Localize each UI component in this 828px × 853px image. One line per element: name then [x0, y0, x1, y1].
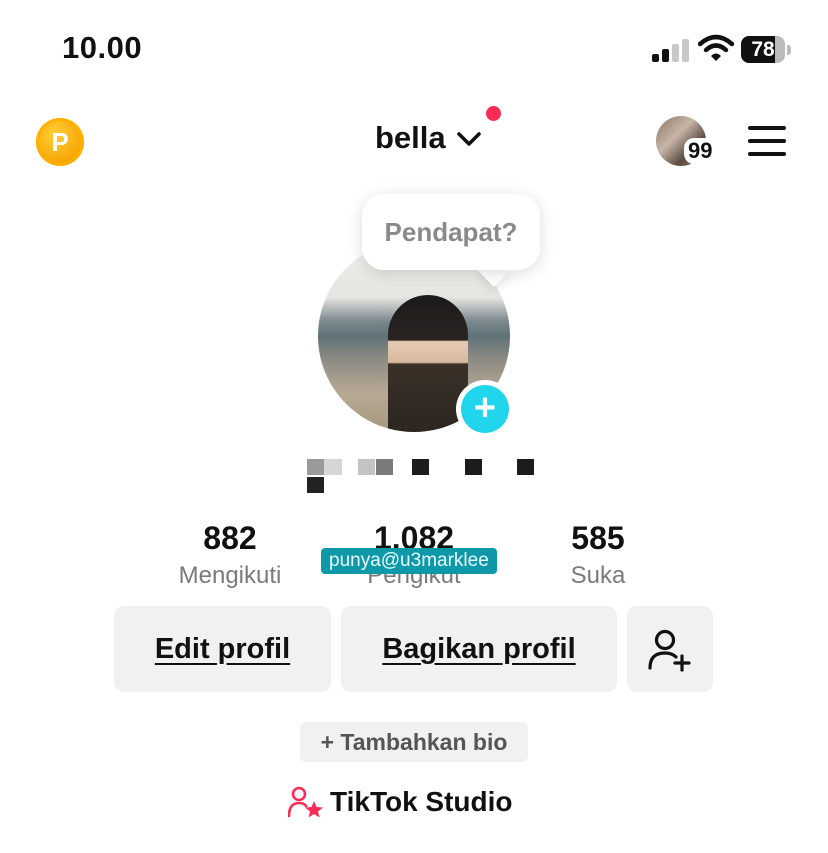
wifi-icon — [698, 34, 734, 61]
creator-star-icon — [288, 786, 323, 818]
chevron-down-icon[interactable] — [456, 126, 482, 152]
coin-icon: P — [51, 127, 69, 157]
coin-button[interactable]: P — [36, 118, 84, 166]
tooltip-bubble[interactable]: Pendapat? — [362, 194, 540, 270]
edit-profile-label: Edit profil — [154, 633, 291, 665]
edit-profile-button[interactable]: Edit profil — [114, 606, 331, 692]
status-time: 10.00 — [62, 30, 143, 65]
plus-icon: + — [461, 385, 509, 433]
find-friends-button[interactable] — [627, 606, 713, 692]
cellular-signal-icon — [652, 38, 692, 62]
add-friend-icon — [648, 629, 691, 672]
likes-count: 585 — [571, 520, 625, 556]
menu-icon[interactable] — [748, 126, 788, 156]
likes-label: Suka — [570, 562, 626, 589]
add-bio-button[interactable]: + Tambahkan bio — [300, 722, 528, 762]
battery-icon: 78 — [741, 36, 791, 63]
notification-dot — [486, 106, 501, 121]
story-count-badge: 99 — [684, 138, 717, 164]
add-bio-label: + Tambahkan bio — [320, 729, 508, 755]
add-story-button[interactable]: + — [456, 380, 514, 438]
following-count: 882 — [203, 520, 257, 556]
tiktok-studio-label: TikTok Studio — [330, 786, 513, 817]
tooltip-text: Pendapat? — [384, 217, 518, 247]
battery-percentage: 78 — [751, 38, 775, 61]
share-profile-label: Bagikan profil — [382, 633, 576, 665]
following-label: Mengikuti — [178, 562, 282, 589]
watermark-label: punya@u3marklee — [321, 548, 497, 574]
share-profile-button[interactable]: Bagikan profil — [341, 606, 617, 692]
account-switcher-username[interactable]: bella — [375, 120, 446, 156]
